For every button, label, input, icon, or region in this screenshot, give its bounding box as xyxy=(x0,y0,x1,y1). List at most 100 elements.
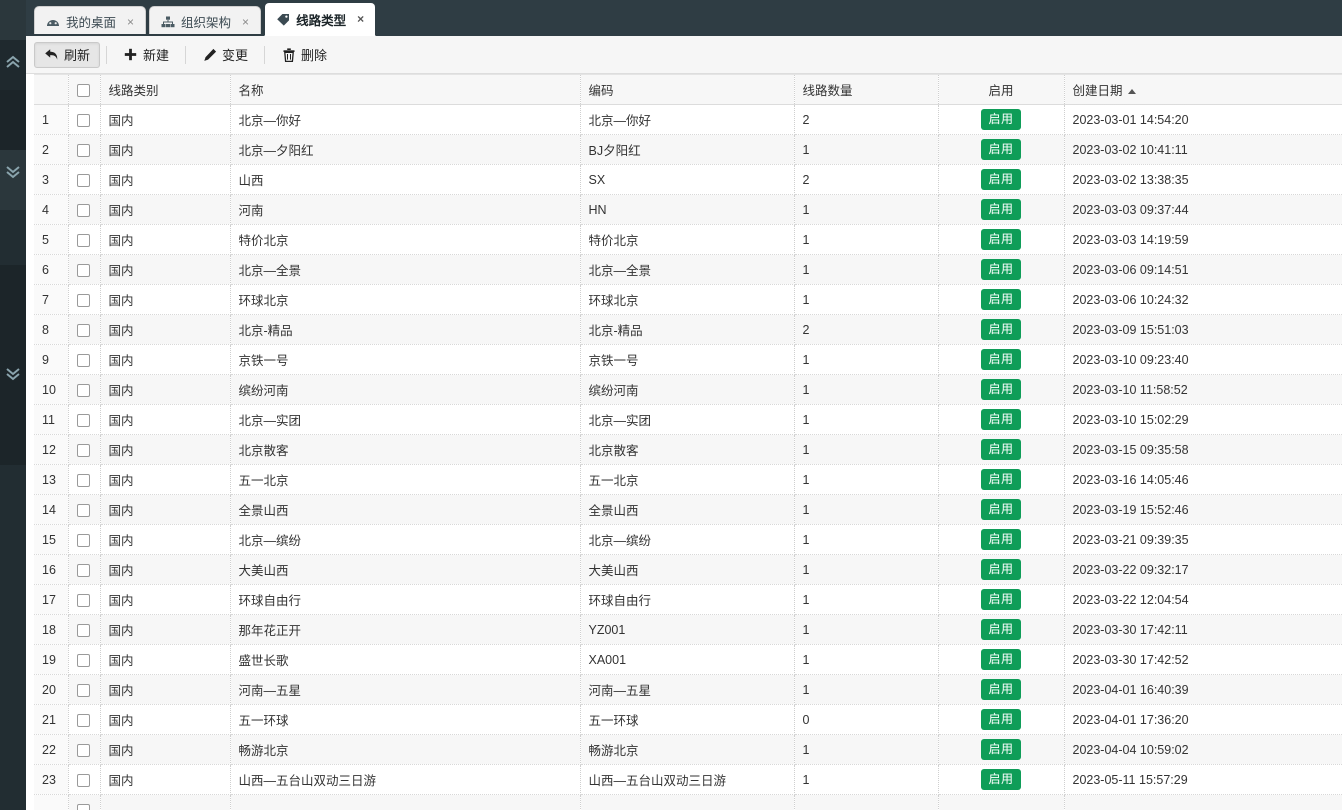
row-checkbox-cell[interactable] xyxy=(68,344,101,375)
row-checkbox-cell[interactable] xyxy=(68,584,101,615)
row-checkbox-cell[interactable] xyxy=(68,404,101,435)
row-checkbox-cell[interactable] xyxy=(68,554,101,585)
row-checkbox-cell[interactable] xyxy=(68,314,101,345)
row-checkbox[interactable] xyxy=(76,653,90,667)
main-area: 我的桌面 × 组织架构 × 线路类型 × 刷新 新建 变更 删除 线路类别 名称… xyxy=(26,0,1342,810)
row-checkbox-cell[interactable] xyxy=(68,734,101,765)
row-checkbox-cell[interactable] xyxy=(68,104,101,135)
row-checkbox[interactable] xyxy=(76,593,90,607)
collapse-up-chevron-icon[interactable] xyxy=(0,55,26,69)
row-checkbox-cell[interactable] xyxy=(68,134,101,165)
table-row[interactable]: 20 国内 河南—五星 河南—五星 1 启用 2023-04-01 16:40:39 xyxy=(34,674,1342,705)
row-checkbox[interactable] xyxy=(76,353,90,367)
row-checkbox[interactable] xyxy=(76,413,90,427)
tab-org-structure[interactable]: 组织架构 × xyxy=(149,6,262,36)
row-checkbox[interactable] xyxy=(76,233,90,247)
row-checkbox[interactable] xyxy=(76,803,90,810)
header-category[interactable]: 线路类别 xyxy=(100,74,231,105)
table-row[interactable]: 9 国内 京铁一号 京铁一号 1 启用 2023-03-10 09:23:40 xyxy=(34,344,1342,375)
refresh-button[interactable]: 刷新 xyxy=(34,41,101,68)
table-row[interactable]: 5 国内 特价北京 特价北京 1 启用 2023-03-03 14:19:59 xyxy=(34,224,1342,255)
tab-close-icon[interactable]: × xyxy=(241,16,250,28)
delete-button[interactable]: 删除 xyxy=(271,42,337,68)
row-checkbox-cell[interactable] xyxy=(68,164,101,195)
table-row[interactable]: 7 国内 环球北京 环球北京 1 启用 2023-03-06 10:24:32 xyxy=(34,284,1342,315)
table-row[interactable]: 19 国内 盛世长歌 XA001 1 启用 2023-03-30 17:42:52 xyxy=(34,644,1342,675)
table-row[interactable]: 4 国内 河南 HN 1 启用 2023-03-03 09:37:44 xyxy=(34,194,1342,225)
row-checkbox[interactable] xyxy=(76,713,90,727)
row-checkbox-cell[interactable] xyxy=(68,524,101,555)
row-checkbox-cell[interactable] xyxy=(68,614,101,645)
row-number-cell: 2 xyxy=(34,134,69,165)
row-checkbox-cell[interactable] xyxy=(68,494,101,525)
row-checkbox-cell[interactable] xyxy=(68,464,101,495)
row-checkbox[interactable] xyxy=(76,503,90,517)
header-name[interactable]: 名称 xyxy=(230,74,581,105)
expand-down-chevron-icon-2[interactable] xyxy=(0,367,26,381)
row-checkbox[interactable] xyxy=(76,203,90,217)
row-checkbox[interactable] xyxy=(76,443,90,457)
row-checkbox[interactable] xyxy=(76,743,90,757)
header-enabled[interactable]: 启用 xyxy=(938,74,1065,105)
tab-close-icon[interactable]: × xyxy=(356,13,365,25)
cell-created: 2023-03-03 09:37:44 xyxy=(1064,194,1342,225)
row-checkbox[interactable] xyxy=(76,623,90,637)
row-checkbox[interactable] xyxy=(76,773,90,787)
new-button[interactable]: 新建 xyxy=(113,42,179,68)
table-row[interactable]: 11 国内 北京—实团 北京—实团 1 启用 2023-03-10 15:02:29 xyxy=(34,404,1342,435)
select-all-checkbox[interactable] xyxy=(76,83,90,97)
header-created[interactable]: 创建日期 xyxy=(1064,74,1342,105)
table-row[interactable]: 21 国内 五一环球 五一环球 0 启用 2023-04-01 17:36:20 xyxy=(34,704,1342,735)
table-row[interactable]: 8 国内 北京-精品 北京-精品 2 启用 2023-03-09 15:51:03 xyxy=(34,314,1342,345)
row-checkbox-cell[interactable] xyxy=(68,434,101,465)
table-row[interactable]: 2 国内 北京—夕阳红 BJ夕阳红 1 启用 2023-03-02 10:41:11 xyxy=(34,134,1342,165)
expand-down-chevron-icon-1[interactable] xyxy=(0,165,26,179)
row-checkbox[interactable] xyxy=(76,473,90,487)
row-checkbox-cell[interactable] xyxy=(68,674,101,705)
table-row[interactable]: 16 国内 大美山西 大美山西 1 启用 2023-03-22 09:32:17 xyxy=(34,554,1342,585)
table-row[interactable]: 12 国内 北京散客 北京散客 1 启用 2023-03-15 09:35:58 xyxy=(34,434,1342,465)
row-checkbox-cell[interactable] xyxy=(68,284,101,315)
table-row[interactable]: 13 国内 五一北京 五一北京 1 启用 2023-03-16 14:05:46 xyxy=(34,464,1342,495)
table-row[interactable]: 22 国内 畅游北京 畅游北京 1 启用 2023-04-04 10:59:02 xyxy=(34,734,1342,765)
row-checkbox-cell[interactable] xyxy=(68,704,101,735)
edit-button[interactable]: 变更 xyxy=(192,42,258,68)
row-checkbox[interactable] xyxy=(76,683,90,697)
row-checkbox[interactable] xyxy=(76,143,90,157)
header-select-all[interactable] xyxy=(68,74,101,105)
cell-name: 北京—全景 xyxy=(230,254,581,285)
row-checkbox[interactable] xyxy=(76,263,90,277)
row-checkbox[interactable] xyxy=(76,173,90,187)
table-row[interactable]: 18 国内 那年花正开 YZ001 1 启用 2023-03-30 17:42:11 xyxy=(34,614,1342,645)
row-checkbox-cell[interactable] xyxy=(68,224,101,255)
table-row[interactable] xyxy=(34,794,1342,810)
row-checkbox[interactable] xyxy=(76,383,90,397)
table-row[interactable]: 17 国内 环球自由行 环球自由行 1 启用 2023-03-22 12:04:54 xyxy=(34,584,1342,615)
table-row[interactable]: 14 国内 全景山西 全景山西 1 启用 2023-03-19 15:52:46 xyxy=(34,494,1342,525)
row-checkbox-cell[interactable] xyxy=(68,254,101,285)
header-count[interactable]: 线路数量 xyxy=(794,74,939,105)
table-row[interactable]: 3 国内 山西 SX 2 启用 2023-03-02 13:38:35 xyxy=(34,164,1342,195)
row-checkbox-cell[interactable] xyxy=(68,794,101,810)
table-row[interactable]: 1 国内 北京—你好 北京—你好 2 启用 2023-03-01 14:54:20 xyxy=(34,104,1342,135)
cell-enabled: 启用 xyxy=(938,644,1065,675)
row-checkbox[interactable] xyxy=(76,293,90,307)
table-row[interactable]: 15 国内 北京—缤纷 北京—缤纷 1 启用 2023-03-21 09:39:35 xyxy=(34,524,1342,555)
row-checkbox-cell[interactable] xyxy=(68,194,101,225)
row-checkbox[interactable] xyxy=(76,113,90,127)
tab-close-icon[interactable]: × xyxy=(126,16,135,28)
row-number-cell: 20 xyxy=(34,674,69,705)
row-checkbox-cell[interactable] xyxy=(68,764,101,795)
header-code[interactable]: 编码 xyxy=(580,74,795,105)
table-row[interactable]: 10 国内 缤纷河南 缤纷河南 1 启用 2023-03-10 11:58:52 xyxy=(34,374,1342,405)
row-checkbox[interactable] xyxy=(76,563,90,577)
table-row[interactable]: 6 国内 北京—全景 北京—全景 1 启用 2023-03-06 09:14:51 xyxy=(34,254,1342,285)
cell-code: 北京—实团 xyxy=(580,404,795,435)
tab-route-type[interactable]: 线路类型 × xyxy=(264,2,377,36)
row-checkbox-cell[interactable] xyxy=(68,374,101,405)
table-row[interactable]: 23 国内 山西—五台山双动三日游 山西—五台山双动三日游 1 启用 2023-05-11 … xyxy=(34,764,1342,795)
tab-my-desktop[interactable]: 我的桌面 × xyxy=(34,6,147,36)
row-checkbox[interactable] xyxy=(76,533,90,547)
row-checkbox[interactable] xyxy=(76,323,90,337)
row-checkbox-cell[interactable] xyxy=(68,644,101,675)
